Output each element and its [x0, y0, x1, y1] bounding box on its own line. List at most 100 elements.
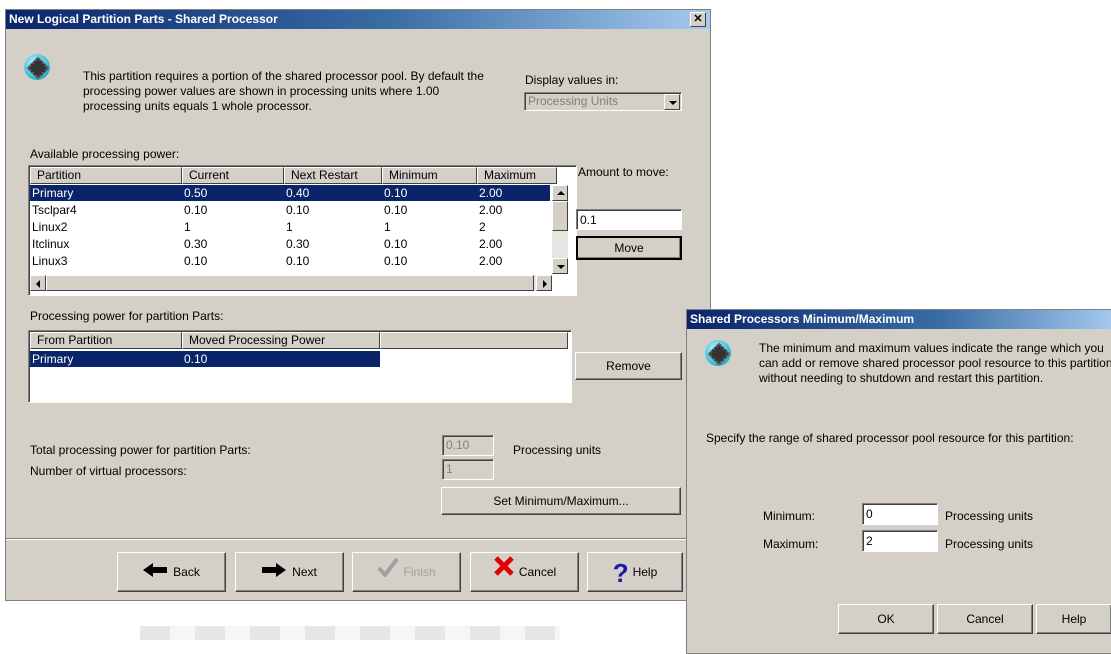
- chevron-down-icon: [664, 94, 680, 110]
- cell: 0.10: [384, 203, 408, 217]
- next-label: Next: [292, 565, 317, 579]
- cell: 2: [479, 220, 486, 234]
- dialog-cancel-label: Cancel: [966, 612, 1004, 626]
- remove-button[interactable]: Remove: [575, 352, 682, 380]
- maximum-input[interactable]: 2: [862, 530, 938, 552]
- intro-text: This partition requires a portion of the…: [83, 69, 484, 113]
- col-header-from-partition[interactable]: From Partition: [30, 332, 182, 349]
- cell: Primary: [32, 352, 74, 366]
- cell: Tsclpar4: [32, 203, 77, 217]
- close-button[interactable]: ✕: [690, 12, 706, 27]
- col-header-moved-power[interactable]: Moved Processing Power: [182, 332, 380, 349]
- divider: [6, 538, 710, 540]
- scroll-thumb-horizontal[interactable]: [46, 275, 534, 291]
- scroll-down-icon[interactable]: [552, 258, 568, 274]
- finish-button[interactable]: Finish: [352, 552, 461, 592]
- dialog-help-button[interactable]: Help: [1036, 604, 1111, 634]
- vertical-scrollbar[interactable]: [552, 185, 568, 274]
- finish-label: Finish: [403, 565, 436, 579]
- cell: Primary: [32, 186, 74, 200]
- cell: 0.10: [384, 254, 408, 268]
- table-row[interactable]: Linux2 1 1 1 2: [30, 219, 550, 235]
- dialog-title: Shared Processors Minimum/Maximum: [690, 312, 915, 326]
- virtual-label: Number of virtual processors:: [30, 464, 187, 478]
- amount-input[interactable]: 0.1: [576, 209, 682, 230]
- cell: 0.10: [286, 254, 310, 268]
- cell: 0.10: [184, 254, 208, 268]
- set-minmax-button[interactable]: Set Minimum/Maximum...: [441, 487, 681, 515]
- scroll-left-icon[interactable]: [30, 275, 46, 291]
- cell: 0.10: [286, 203, 310, 217]
- dialog-help-label: Help: [1061, 612, 1087, 626]
- next-arrow-icon: [262, 554, 287, 592]
- table-row[interactable]: Primary 0.50 0.40 0.10 2.00: [30, 185, 550, 201]
- help-question-icon: ?: [612, 557, 629, 588]
- horizontal-scrollbar[interactable]: [30, 275, 552, 291]
- cell: Linux2: [32, 220, 68, 234]
- available-label: Available processing power:: [30, 147, 180, 161]
- background-blur: [140, 626, 560, 640]
- display-values-select: Processing Units: [524, 92, 682, 111]
- help-button[interactable]: ? Help: [587, 552, 683, 592]
- set-minmax-label: Set Minimum/Maximum...: [493, 494, 629, 508]
- next-button[interactable]: Next: [235, 552, 344, 592]
- cell: 0.10: [184, 352, 208, 366]
- table-row[interactable]: Itclinux 0.30 0.30 0.10 2.00: [30, 236, 550, 252]
- cell: 0.30: [286, 237, 310, 251]
- main-window: New Logical Partition Parts - Shared Pro…: [5, 9, 711, 601]
- col-header-next-restart[interactable]: Next Restart: [284, 167, 382, 184]
- back-arrow-icon: [143, 554, 168, 592]
- move-button-label: Move: [614, 241, 644, 255]
- total-unit: Processing units: [513, 443, 602, 457]
- back-button[interactable]: Back: [117, 552, 226, 592]
- minimum-input[interactable]: 0: [862, 503, 938, 525]
- ok-button[interactable]: OK: [838, 604, 934, 634]
- back-label: Back: [173, 565, 200, 579]
- minimum-unit: Processing units: [945, 509, 1034, 523]
- remove-button-label: Remove: [606, 359, 651, 373]
- col-header-empty: [380, 332, 568, 349]
- main-title: New Logical Partition Parts - Shared Pro…: [9, 12, 278, 26]
- dialog-specify: Specify the range of shared processor po…: [706, 431, 1074, 445]
- display-values-selected: Processing Units: [528, 94, 619, 108]
- col-header-current[interactable]: Current: [182, 167, 284, 184]
- col-header-maximum[interactable]: Maximum: [477, 167, 557, 184]
- cell: 0.50: [184, 186, 208, 200]
- processing-label: Processing power for partition Parts:: [30, 309, 224, 323]
- processor-chip-icon: [705, 340, 731, 366]
- processor-chip-icon: [24, 54, 50, 80]
- ok-label: OK: [877, 612, 895, 626]
- main-title-bar: New Logical Partition Parts - Shared Pro…: [6, 10, 710, 29]
- minmax-dialog: Shared Processors Minimum/Maximum The mi…: [686, 309, 1111, 654]
- cell: 1: [286, 220, 293, 234]
- cell: Itclinux: [32, 237, 70, 251]
- table-row[interactable]: Tsclpar4 0.10 0.10 0.10 2.00: [30, 202, 550, 218]
- help-label: Help: [632, 565, 658, 579]
- minimum-label: Minimum:: [763, 509, 816, 523]
- col-header-partition[interactable]: Partition: [30, 167, 182, 184]
- dialog-cancel-button[interactable]: Cancel: [937, 604, 1033, 634]
- cell: 2.00: [479, 186, 503, 200]
- dialog-title-bar: Shared Processors Minimum/Maximum: [687, 310, 1111, 329]
- dialog-intro: The minimum and maximum values indicate …: [759, 341, 1111, 385]
- cancel-label: Cancel: [518, 565, 557, 579]
- cell: 1: [384, 220, 391, 234]
- move-button[interactable]: Move: [576, 236, 682, 260]
- scroll-up-icon[interactable]: [552, 185, 568, 201]
- cancel-button[interactable]: Cancel: [470, 552, 579, 592]
- col-header-minimum[interactable]: Minimum: [382, 167, 477, 184]
- cell: 0.10: [384, 186, 408, 200]
- table-row[interactable]: Primary 0.10: [30, 351, 380, 367]
- available-table: Partition Current Next Restart Minimum M…: [28, 165, 577, 296]
- display-values-label: Display values in:: [525, 73, 619, 87]
- table-row[interactable]: Linux3 0.10 0.10 0.10 2.00: [30, 253, 550, 269]
- scroll-right-icon[interactable]: [536, 275, 552, 291]
- amount-label: Amount to move:: [578, 165, 669, 179]
- cell: 2.00: [479, 254, 503, 268]
- cancel-x-icon: [493, 554, 515, 592]
- scroll-thumb[interactable]: [552, 201, 568, 231]
- processing-table: From Partition Moved Processing Power Pr…: [28, 330, 572, 403]
- virtual-value-field: 1: [442, 459, 494, 480]
- cell: 0.10: [184, 203, 208, 217]
- total-value-field: 0.10: [442, 435, 494, 456]
